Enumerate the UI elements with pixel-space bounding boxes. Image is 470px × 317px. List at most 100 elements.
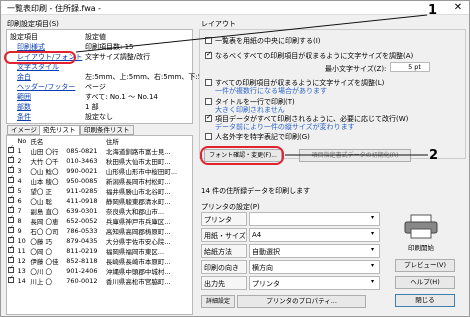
printer-label-3: 印刷の向き (201, 260, 247, 274)
printer-label-1: 用紙・サイズ (201, 228, 247, 242)
cell-no: 5 (17, 187, 22, 195)
close-button[interactable]: 閉じる (395, 294, 455, 307)
cell-name: 大竹 〇千 (30, 158, 59, 166)
preview-button[interactable]: プレビュー(V) (395, 259, 455, 272)
print-start-button[interactable]: 印刷開始 (395, 243, 447, 256)
chevron-down-icon[interactable]: ▾ (371, 262, 374, 269)
table-row[interactable]: ✓ 5 望〇 正 911-0285 福井県勝山市北谷町... (7, 184, 192, 196)
cell-address: 高知県高岡郡梼原町... (105, 228, 171, 236)
col-header-no: No (17, 137, 27, 145)
table-row[interactable]: ✓ 9 石〇 〇司 786-0533 高知県高岡郡梼原町... (7, 224, 192, 236)
cell-address: 沖縄県中頭郡中城村... (105, 268, 171, 276)
cell-address: 静岡県駿東郡清水町... (105, 198, 171, 206)
chevron-down-icon[interactable]: ▾ (371, 230, 374, 237)
print-dialog: 一覧表印刷 - 住所録.fwa - ✕ 印刷設定項目(S) 設定項目 設定値 印… (0, 0, 470, 317)
cell-zip: 950-0085 (66, 177, 98, 185)
cell-name: 〇藤 巧 (30, 238, 52, 246)
table-row[interactable]: ✓ 7 副島 直〇 639-0301 奈良県大和郡山市... (7, 204, 192, 216)
cell-name: 望〇 正 (30, 188, 52, 196)
cell-zip: 852-8118 (66, 257, 98, 265)
cell-address: 香川県高松市宮脇町... (105, 278, 171, 286)
tab-image[interactable]: イメージ (7, 125, 41, 135)
highlight-layout-item (4, 51, 76, 64)
cell-address: 奈良県大和郡山市... (105, 208, 165, 216)
cell-name: 山田 〇行 (30, 148, 59, 156)
printer-label-4: 出力先 (201, 276, 247, 290)
cell-name: 副島 直〇 (30, 208, 59, 216)
printer-properties-button[interactable]: プリンタのプロパティ... (237, 295, 366, 308)
close-icon[interactable]: ✕ (451, 1, 465, 14)
cell-zip: 811-0219 (66, 247, 98, 255)
printer-select-4[interactable]: プリンタ (249, 276, 380, 290)
cell-zip: 652-0052 (66, 217, 98, 225)
printer-select-0[interactable] (249, 212, 380, 226)
settings-item-4[interactable]: ヘッダー/フッター (17, 82, 75, 92)
cell-address: 福岡県福岡市東区... (105, 248, 165, 256)
cell-no: 7 (17, 207, 22, 215)
table-row[interactable]: ✓ 3 〇山 鯰〇 990-0021 山形県山形市中桜田町... (7, 164, 192, 176)
cell-zip: 879-0435 (66, 237, 98, 245)
cell-zip: 911-0285 (66, 187, 98, 195)
cell-name: 〇山 聡 (30, 198, 52, 206)
callout-line-1 (75, 14, 428, 53)
printer-select-3[interactable]: 横方向 (249, 260, 380, 274)
cell-no: 3 (17, 167, 22, 175)
settings-item-3[interactable]: 余白 (17, 72, 31, 82)
cell-no: 12 (17, 257, 26, 265)
cell-no: 8 (17, 217, 22, 225)
cell-cb[interactable]: ✓ (7, 274, 17, 286)
cell-address: 山形県山形市中桜田町... (105, 168, 178, 176)
chevron-down-icon[interactable]: ▾ (371, 246, 374, 253)
cell-address: 大分県宇佐市安心院... (105, 238, 171, 246)
settings-group-label: 印刷設定項目(S) (7, 20, 59, 28)
printer-icon (401, 214, 441, 240)
cell-zip: 411-0918 (66, 197, 98, 205)
cell-name: 伊藤 〇佳 (30, 258, 59, 266)
cell-no: 10 (17, 237, 26, 245)
col-header-name: 氏名 (30, 138, 44, 146)
cell-no: 1 (17, 147, 22, 155)
cell-no: 6 (17, 197, 22, 205)
callout-lines (75, 14, 428, 156)
chevron-down-icon[interactable]: ▾ (371, 214, 374, 221)
cell-zip: 786-0533 (66, 227, 98, 235)
cell-name: 〇岡 〇 (30, 248, 52, 256)
cell-zip: 639-0301 (66, 207, 98, 215)
table-row[interactable]: ✓ 10 〇藤 巧 879-0435 大分県宇佐市安心院... (7, 234, 192, 246)
cell-no: 11 (17, 247, 26, 255)
cell-name: 石〇 〇司 (30, 228, 59, 236)
detail-settings-label[interactable]: 詳細設定 (201, 295, 235, 308)
settings-item-6[interactable]: 部数 (17, 102, 31, 112)
cell-no: 4 (17, 177, 22, 185)
table-row[interactable]: ✓ 6 〇山 聡 411-0918 静岡県駿東郡清水町... (7, 194, 192, 206)
cell-address: 福井県勝山市北谷町... (105, 188, 171, 196)
settings-header-item: 設定項目 (10, 33, 38, 41)
cell-name: 山本 稜〇 (30, 178, 59, 186)
chevron-down-icon[interactable]: ▾ (371, 278, 374, 285)
table-row[interactable]: ✓ 12 伊藤 〇佳 852-8118 長崎県長崎市本原町... (7, 254, 192, 266)
printer-select-2[interactable]: 自動選択 (249, 244, 380, 258)
cell-no: 13 (17, 267, 26, 275)
cell-no: 14 (17, 277, 26, 285)
cell-no: 9 (17, 227, 22, 235)
cell-name: 〇山 鯰〇 (30, 168, 59, 176)
table-row[interactable]: ✓ 8 長岡 〇恵 652-0052 兵庫県神戸市兵庫区... (7, 214, 192, 226)
cell-name: 長岡 〇恵 (30, 218, 59, 226)
table-row[interactable]: ✓ 14 川上 〇 760-0012 香川県高松市宮脇町... (7, 274, 192, 286)
settings-item-5[interactable]: 範囲 (17, 92, 31, 102)
cell-address: 兵庫県神戸市兵庫区... (105, 218, 171, 226)
table-row[interactable]: ✓ 11 〇岡 〇 811-0219 福岡県福岡市東区... (7, 244, 192, 256)
table-row[interactable]: ✓ 13 〇川 〇 901-2406 沖縄県中頭郡中城村... (7, 264, 192, 276)
printer-select-1[interactable]: A4 (249, 228, 380, 242)
settings-item-7[interactable]: 条件 (17, 112, 31, 122)
printer-group-label: プリンタの設定(P) (201, 203, 260, 211)
status-text: 14 件の住所録データを印刷します (201, 187, 311, 195)
cell-address: 新潟県長岡市村松町... (105, 178, 171, 186)
cell-zip: 760-0012 (66, 277, 98, 285)
cell-address: 長崎県長崎市本原町... (105, 258, 171, 266)
help-button[interactable]: ヘルプ(H) (395, 276, 455, 289)
printer-label-0: プリンタ (201, 212, 247, 226)
table-row[interactable]: ✓ 4 山本 稜〇 950-0085 新潟県長岡市村松町... (7, 174, 192, 186)
cell-name: 川上 〇 (30, 278, 52, 286)
cell-zip: 901-2406 (66, 267, 98, 275)
